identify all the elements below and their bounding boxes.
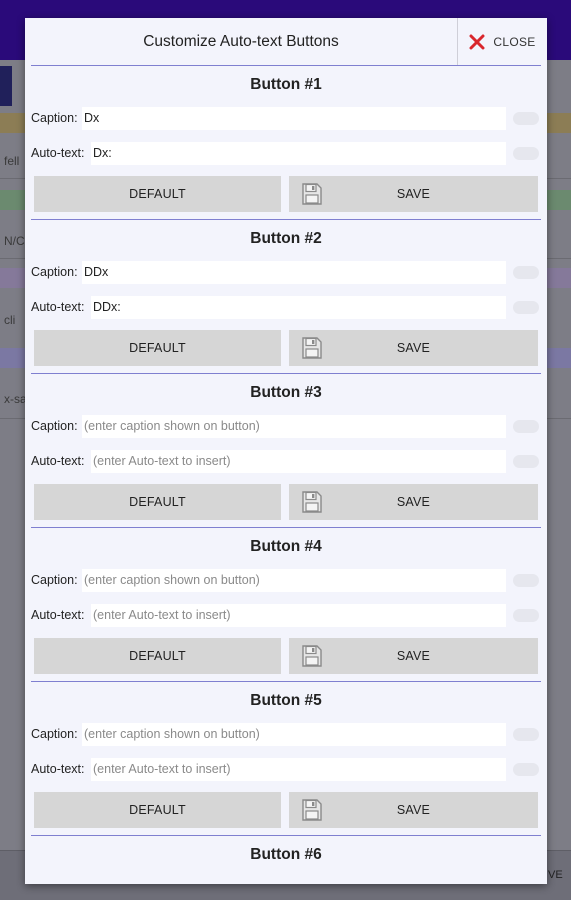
customize-autotext-dialog: Customize Auto-text Buttons CLOSE Button… [25,18,547,884]
save-label: SAVE [396,495,431,509]
default-button[interactable]: DEFAULT [34,484,281,520]
caption-row: Caption: Dx [25,105,547,131]
floppy-disk-icon [302,645,322,667]
background-text: x-sa [4,392,27,406]
autotext-row: Auto-text: Dx: [25,140,547,166]
section-title: Button #2 [250,230,322,247]
floppy-disk-icon [302,183,322,205]
section-divider [31,527,541,528]
close-label: CLOSE [493,35,536,49]
save-button[interactable]: SAVE [289,330,538,366]
default-button[interactable]: DEFAULT [34,330,281,366]
caption-label: Caption: [31,573,78,587]
caption-input[interactable]: DDx [82,261,506,284]
autotext-input[interactable]: (enter Auto-text to insert) [91,604,506,627]
dialog-header: Customize Auto-text Buttons CLOSE [25,18,547,66]
caption-toggle[interactable] [513,574,539,587]
autotext-toggle[interactable] [513,147,539,160]
save-label: SAVE [396,803,431,817]
autotext-label: Auto-text: [31,300,85,314]
close-button[interactable]: CLOSE [457,18,547,66]
floppy-disk-icon [302,337,322,359]
caption-row: Caption: (enter caption shown on button) [25,413,547,439]
autotext-toggle[interactable] [513,455,539,468]
autotext-row: Auto-text: DDx: [25,294,547,320]
autotext-button-section-3: Button #3 Caption: (enter caption shown … [25,378,547,532]
floppy-disk-icon [302,491,322,513]
section-divider [31,681,541,682]
autotext-input[interactable]: Dx: [91,142,506,165]
caption-input[interactable]: (enter caption shown on button) [82,569,506,592]
action-row: DEFAULT SAVE [25,638,547,674]
default-button[interactable]: DEFAULT [34,792,281,828]
autotext-input[interactable]: (enter Auto-text to insert) [91,758,506,781]
autotext-label: Auto-text: [31,762,85,776]
caption-row: Caption: (enter caption shown on button) [25,721,547,747]
caption-toggle[interactable] [513,728,539,741]
save-label: SAVE [396,187,431,201]
caption-input[interactable]: (enter caption shown on button) [82,723,506,746]
section-title: Button #3 [250,384,322,401]
autotext-button-section-1: Button #1 Caption: Dx Auto-text: Dx: DEF… [25,70,547,224]
background-text: VE [548,869,563,881]
caption-label: Caption: [31,265,78,279]
background-text: fell [4,154,20,168]
close-x-icon [469,34,485,50]
autotext-row: Auto-text: (enter Auto-text to insert) [25,602,547,628]
caption-toggle[interactable] [513,112,539,125]
save-label: SAVE [396,341,431,355]
caption-input[interactable]: Dx [82,107,506,130]
autotext-button-section-2: Button #2 Caption: DDx Auto-text: DDx: D… [25,224,547,378]
background-text: N/C [4,234,25,248]
caption-toggle[interactable] [513,266,539,279]
dialog-title: Customize Auto-text Buttons [143,33,339,50]
autotext-button-section-4: Button #4 Caption: (enter caption shown … [25,532,547,686]
default-button[interactable]: DEFAULT [34,638,281,674]
autotext-toggle[interactable] [513,301,539,314]
action-row: DEFAULT SAVE [25,330,547,366]
autotext-toggle[interactable] [513,763,539,776]
action-row: DEFAULT SAVE [25,792,547,828]
caption-label: Caption: [31,727,78,741]
autotext-row: Auto-text: (enter Auto-text to insert) [25,756,547,782]
background-text: cli [4,313,16,327]
caption-row: Caption: (enter caption shown on button) [25,567,547,593]
floppy-disk-icon [302,799,322,821]
section-divider [31,835,541,836]
caption-label: Caption: [31,111,78,125]
header-divider [31,65,541,66]
caption-toggle[interactable] [513,420,539,433]
save-button[interactable]: SAVE [289,176,538,212]
autotext-label: Auto-text: [31,454,85,468]
caption-input[interactable]: (enter caption shown on button) [82,415,506,438]
background-accent [0,66,12,106]
caption-row: Caption: DDx [25,259,547,285]
autotext-input[interactable]: DDx: [91,296,506,319]
section-title: Button #6 [250,846,322,863]
section-title: Button #4 [250,538,322,555]
caption-label: Caption: [31,419,78,433]
autotext-row: Auto-text: (enter Auto-text to insert) [25,448,547,474]
autotext-label: Auto-text: [31,608,85,622]
autotext-input[interactable]: (enter Auto-text to insert) [91,450,506,473]
save-label: SAVE [396,649,431,663]
action-row: DEFAULT SAVE [25,176,547,212]
autotext-label: Auto-text: [31,146,85,160]
action-row: DEFAULT SAVE [25,484,547,520]
section-divider [31,219,541,220]
save-button[interactable]: SAVE [289,792,538,828]
autotext-button-section-6: Button #6 [25,840,547,880]
save-button[interactable]: SAVE [289,484,538,520]
section-title: Button #1 [250,76,322,93]
section-title: Button #5 [250,692,322,709]
default-button[interactable]: DEFAULT [34,176,281,212]
save-button[interactable]: SAVE [289,638,538,674]
autotext-toggle[interactable] [513,609,539,622]
autotext-button-section-5: Button #5 Caption: (enter caption shown … [25,686,547,840]
section-divider [31,373,541,374]
